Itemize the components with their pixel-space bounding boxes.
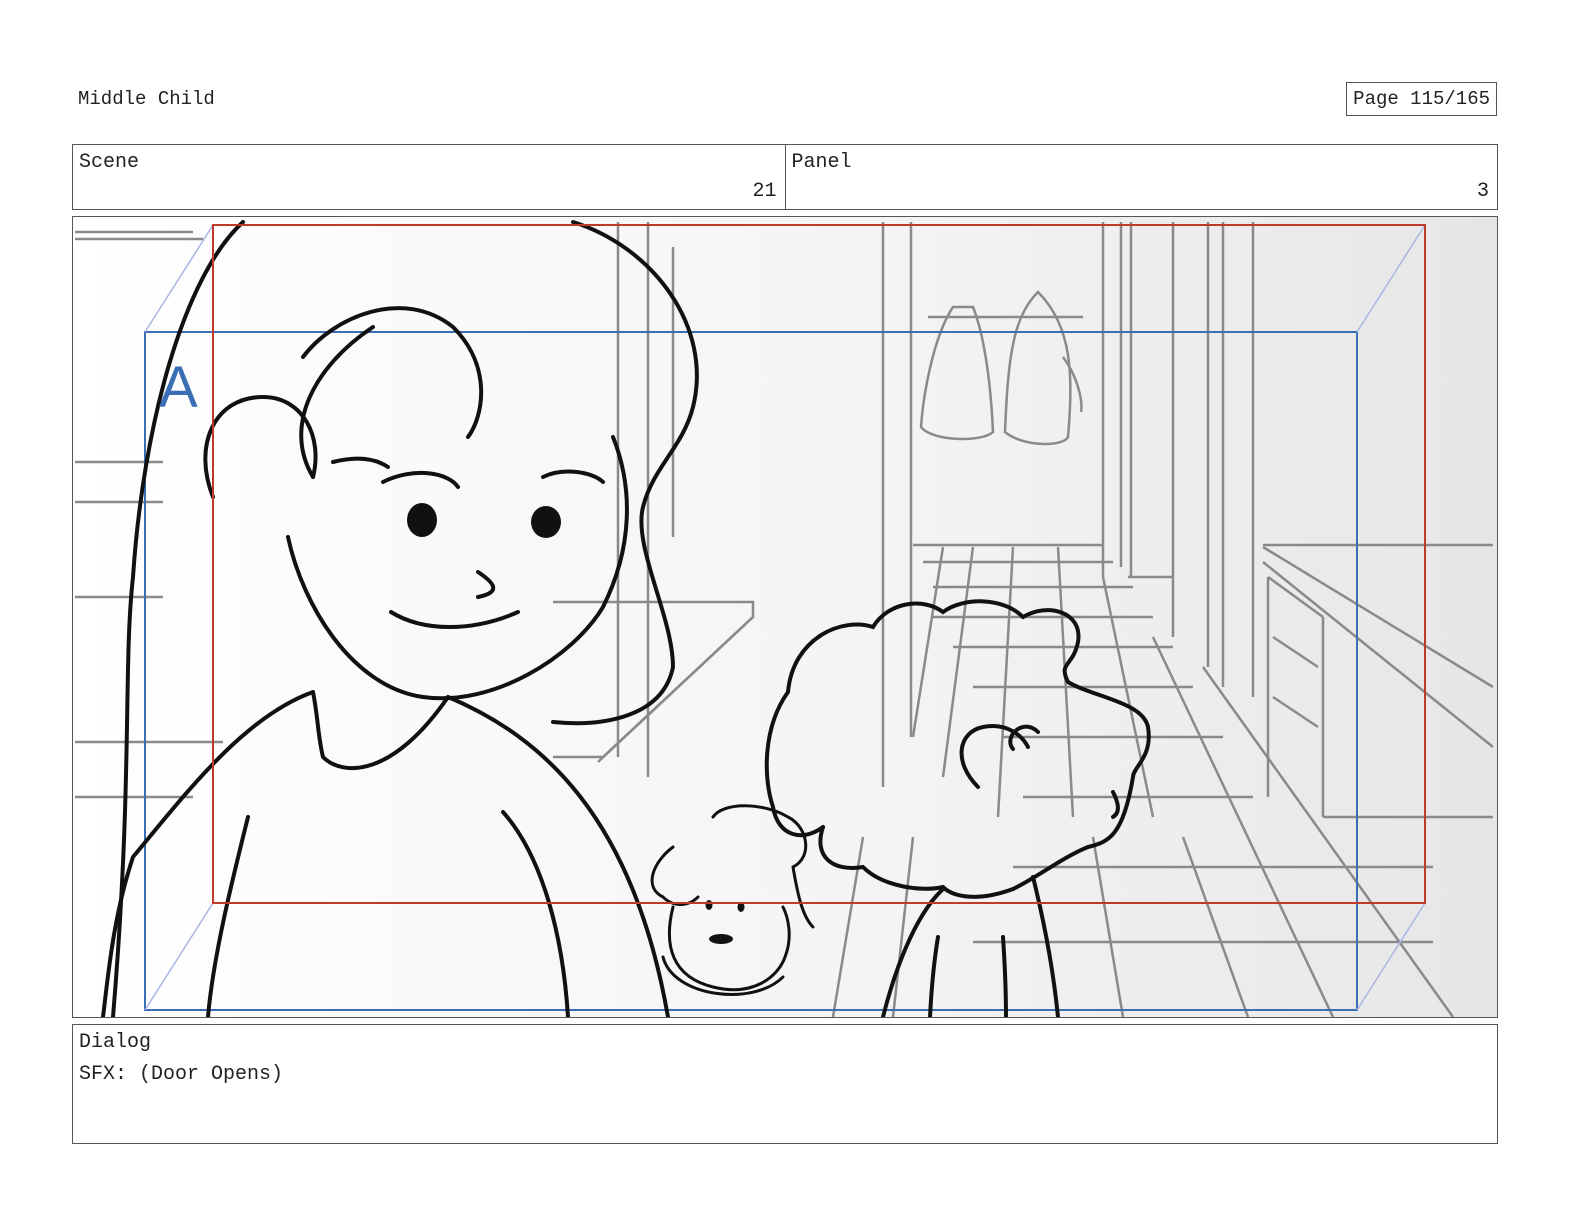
page-number: Page 115/165	[1346, 82, 1497, 116]
dialog-box: Dialog SFX: (Door Opens)	[72, 1024, 1498, 1144]
project-title: Middle Child	[78, 88, 215, 110]
field-marker: A	[159, 355, 198, 420]
dialog-text: SFX: (Door Opens)	[79, 1063, 284, 1086]
panel-label: Panel	[791, 151, 852, 174]
panel-cell: Panel 3	[784, 145, 1498, 209]
dialog-label: Dialog	[79, 1031, 152, 1054]
storyboard-drawing: A	[73, 217, 1497, 1017]
scene-label: Scene	[79, 151, 140, 174]
panel-number: 3	[1476, 180, 1489, 203]
storyboard-panel: A	[72, 216, 1498, 1018]
scene-number: 21	[752, 180, 777, 203]
scene-panel-info: Scene 21 Panel 3	[72, 144, 1498, 210]
scene-cell: Scene 21	[73, 145, 785, 209]
panel-background	[73, 217, 1497, 1017]
